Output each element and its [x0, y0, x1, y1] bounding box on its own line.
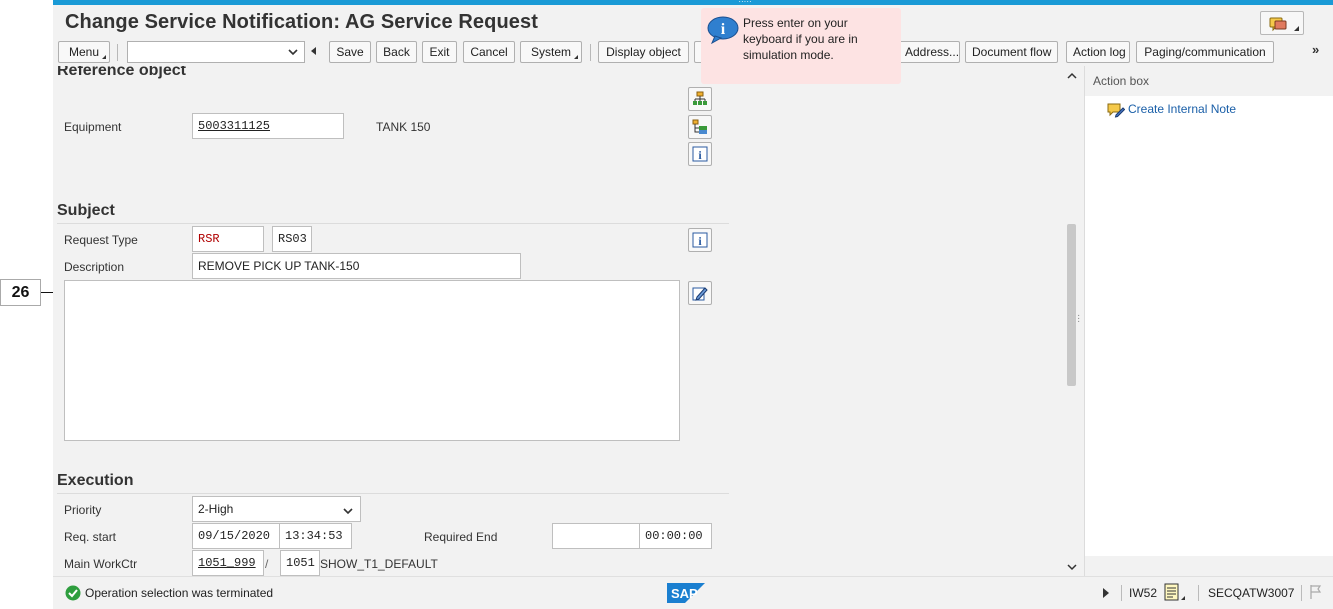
success-icon	[65, 585, 81, 601]
req-start-date-field[interactable]: 09/15/2020	[192, 523, 280, 549]
required-end-date-field[interactable]	[552, 523, 640, 549]
dropdown-indicator[interactable]	[1181, 596, 1185, 600]
info-icon: i	[707, 16, 739, 44]
create-internal-note-link[interactable]: Create Internal Note	[1107, 102, 1236, 121]
description-field[interactable]: REMOVE PICK UP TANK-150	[192, 253, 521, 279]
priority-select[interactable]: 2-High	[192, 496, 361, 522]
long-text-area[interactable]	[64, 280, 680, 441]
document-flow-button[interactable]: Document flow	[965, 41, 1058, 63]
required-end-time-field[interactable]: 00:00:00	[639, 523, 712, 549]
system-label: System	[530, 45, 571, 59]
sap-gui-screen: ····· 26 Change Service Notification: AG…	[0, 0, 1333, 609]
status-bar: Operation selection was terminated SAP I…	[53, 576, 1333, 609]
command-field[interactable]	[127, 41, 305, 63]
paging-communication-button[interactable]: Paging/communication	[1136, 41, 1274, 63]
menu-label: Menu	[68, 45, 100, 59]
application-toolbar: Menu Save Back Exit Cancel System Displa…	[53, 41, 1333, 65]
equipment-info-button[interactable]: i	[688, 142, 712, 166]
hierarchy-icon	[693, 91, 707, 105]
status-separator	[1121, 585, 1122, 601]
required-end-label: Required End	[424, 530, 498, 544]
page-title: Change Service Notification: AG Service …	[65, 11, 538, 33]
dropdown-indicator	[574, 55, 578, 59]
chevron-down-icon	[288, 49, 298, 56]
main-workctr-label: Main WorkCtr	[64, 557, 138, 571]
dropdown-indicator	[1294, 26, 1299, 31]
structure-list-icon	[692, 119, 707, 134]
menu-button[interactable]: Menu	[58, 41, 110, 63]
main-workctr-field[interactable]: 1051_999	[192, 550, 264, 576]
pane-splitter[interactable]: · · ·	[1077, 311, 1080, 327]
info-icon: i	[692, 232, 708, 248]
scroll-up-icon[interactable]	[1067, 72, 1077, 80]
create-internal-note-label: Create Internal Note	[1128, 102, 1237, 116]
subject-heading: Subject	[57, 202, 115, 219]
req-start-time-field[interactable]: 13:34:53	[279, 523, 352, 549]
back-button[interactable]: Back	[376, 41, 417, 63]
subject-info-button[interactable]: i	[688, 228, 712, 252]
description-label: Description	[64, 260, 125, 274]
equipment-field[interactable]: 5003311125	[192, 113, 344, 139]
display-object-button[interactable]: Display object	[598, 41, 689, 63]
exit-button[interactable]: Exit	[422, 41, 457, 63]
request-type-code-field[interactable]: RS03	[272, 226, 312, 252]
dropdown-indicator	[102, 55, 106, 59]
equipment-description: TANK 150	[376, 120, 431, 134]
req-start-label: Req. start	[64, 530, 117, 544]
structure-button[interactable]	[688, 87, 712, 111]
status-separator	[1301, 585, 1302, 601]
status-message: Operation selection was terminated	[85, 586, 274, 600]
system-button[interactable]: System	[520, 41, 582, 63]
transaction-code: IW52	[1129, 586, 1158, 600]
request-type-field[interactable]: RSR	[192, 226, 264, 252]
address-button[interactable]: Address...	[899, 41, 960, 63]
flag-icon[interactable]	[1309, 584, 1323, 600]
sap-logo: SAP	[667, 583, 705, 603]
help-icon	[1269, 17, 1287, 32]
main-workctr-plant-field[interactable]: 1051	[280, 550, 320, 576]
reference-object-heading: Reference object	[57, 66, 186, 79]
toolbar-separator	[590, 44, 591, 61]
history-back-arrow[interactable]	[311, 47, 316, 55]
execution-heading: Execution	[57, 472, 134, 489]
cancel-button[interactable]: Cancel	[463, 41, 515, 63]
expand-status-arrow[interactable]	[1103, 588, 1109, 598]
more-toolbar-button[interactable]: »	[1312, 42, 1319, 57]
save-button[interactable]: Save	[329, 41, 371, 63]
scrollbar-thumb[interactable]	[1067, 224, 1076, 386]
annotation-callout: 26	[0, 279, 41, 306]
equipment-label: Equipment	[64, 120, 122, 134]
structure-list-button[interactable]	[688, 115, 712, 139]
status-separator	[1198, 585, 1199, 601]
tooltip-message: Press enter on your keyboard if you are …	[743, 16, 858, 62]
svg-text:SAP: SAP	[671, 586, 698, 601]
scroll-down-icon[interactable]	[1067, 563, 1077, 571]
action-box-footer	[1085, 556, 1333, 576]
info-icon: i	[692, 146, 708, 162]
action-box-header: Action box	[1085, 66, 1333, 96]
toolbar-separator	[117, 44, 118, 61]
simulation-tooltip: i Press enter on your keyboard if you ar…	[701, 8, 901, 84]
session-info-icon[interactable]	[1164, 583, 1180, 601]
workctr-separator: /	[265, 557, 269, 571]
application-window: Change Service Notification: AG Service …	[53, 5, 1333, 609]
edit-icon	[692, 287, 708, 301]
action-log-button[interactable]: Action log	[1066, 41, 1130, 63]
edit-long-text-button[interactable]	[688, 281, 712, 305]
action-box: Action box Create Internal Note	[1084, 66, 1333, 576]
priority-value: 2-High	[198, 502, 234, 516]
section-divider	[57, 223, 729, 224]
chevron-down-icon	[343, 508, 353, 515]
priority-label: Priority	[64, 503, 102, 517]
help-button[interactable]	[1260, 11, 1304, 35]
notification-form: Reference object Equipment 5003311125 TA…	[53, 66, 1070, 576]
section-divider	[57, 493, 729, 494]
system-id: SECQATW3007	[1208, 586, 1295, 600]
svg-text:i: i	[721, 21, 726, 38]
main-workctr-description: SHOW_T1_DEFAULT	[320, 557, 438, 571]
note-icon	[1107, 103, 1126, 118]
request-type-label: Request Type	[64, 233, 138, 247]
